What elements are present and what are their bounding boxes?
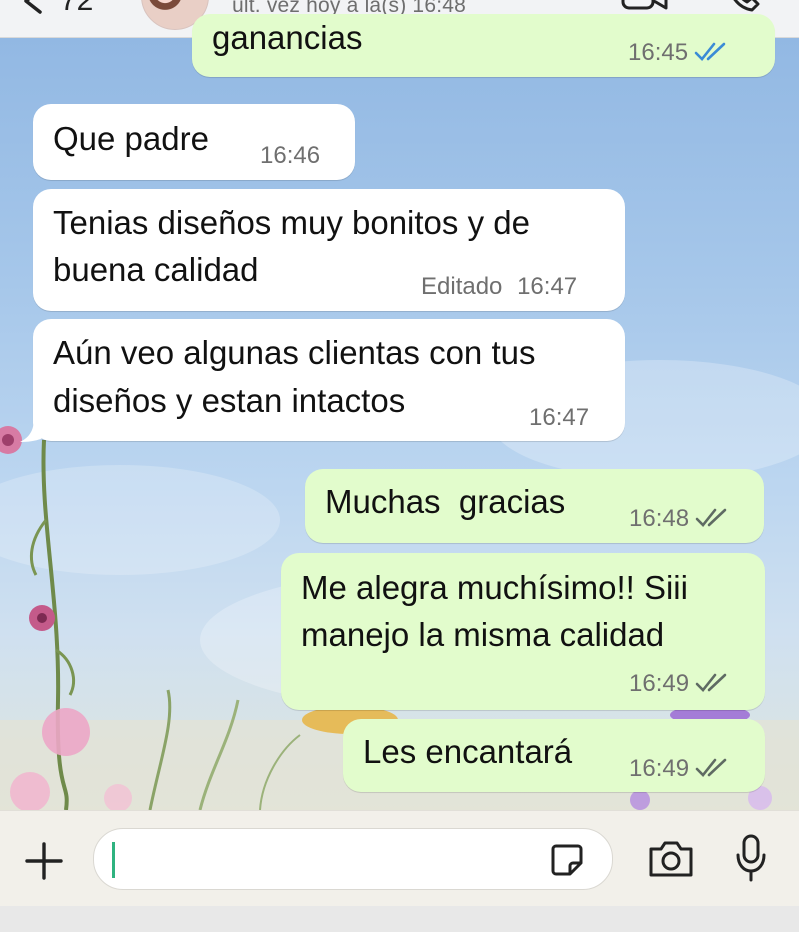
video-call-icon[interactable] <box>620 0 670 12</box>
plus-icon[interactable] <box>24 841 64 881</box>
message-composer <box>0 810 799 907</box>
message-text: Les encantará <box>363 733 573 770</box>
message-text-line: buena calidad <box>53 251 259 288</box>
message-text: ganancias <box>212 19 363 56</box>
message-bubble-incoming[interactable]: Tenias diseños muy bonitos y de buena ca… <box>33 189 625 311</box>
message-time: 16:45 <box>628 39 689 66</box>
double-check-icon <box>694 42 726 61</box>
message-bubble-incoming[interactable]: Aún veo algunas clientas con tus diseños… <box>33 319 625 441</box>
text-caret <box>112 842 115 878</box>
phone-icon[interactable] <box>722 0 766 14</box>
unread-count[interactable]: 72 <box>60 0 93 18</box>
message-time: 16:48 <box>629 505 690 532</box>
message-time: 16:49 <box>629 670 690 697</box>
microphone-icon[interactable] <box>735 833 767 883</box>
bubble-tail <box>20 418 50 442</box>
message-time: 16:49 <box>629 755 690 782</box>
camera-icon[interactable] <box>647 839 695 879</box>
message-text-line: Tenias diseños muy bonitos y de <box>53 204 530 241</box>
sticker-icon[interactable] <box>550 843 584 877</box>
message-time: 16:47 <box>517 273 578 300</box>
message-meta: 16:48 <box>629 505 731 533</box>
message-text-line: Aún veo algunas clientas con tus <box>53 334 536 371</box>
message-text: Que padre <box>53 120 209 157</box>
message-bubble-outgoing[interactable]: Me alegra muchísimo!! Siii manejo la mis… <box>281 553 765 710</box>
message-bubble-outgoing[interactable]: Les encantará 16:49 <box>343 719 765 792</box>
message-text-line: diseños y estan intactos <box>53 382 406 419</box>
message-bubble-outgoing[interactable]: ganancias 16:45 <box>192 14 775 77</box>
message-meta: Editado 16:47 <box>421 273 577 301</box>
chat-screen: 72 últ. vez hoy a la(s) 16:48 ganancias … <box>0 0 799 932</box>
home-indicator-area <box>0 906 799 932</box>
edited-label: Editado <box>421 273 503 300</box>
message-bubble-outgoing[interactable]: Muchas gracias 16:48 <box>305 469 764 543</box>
back-chevron-icon[interactable] <box>18 0 48 16</box>
message-time: 16:46 <box>260 142 321 169</box>
message-text: Muchas gracias <box>325 483 566 520</box>
message-text-line: manejo la misma calidad <box>301 616 665 653</box>
message-meta: 16:45 <box>628 39 730 67</box>
double-check-icon <box>695 758 727 777</box>
message-bubble-incoming[interactable]: Que padre 16:46 <box>33 104 355 180</box>
message-meta: 16:49 <box>629 755 731 783</box>
message-text-line: Me alegra muchísimo!! Siii <box>301 569 688 606</box>
double-check-icon <box>695 673 727 692</box>
double-check-icon <box>695 508 727 527</box>
message-meta: 16:49 <box>629 670 731 698</box>
message-input[interactable] <box>93 828 613 890</box>
message-time: 16:47 <box>529 404 590 431</box>
